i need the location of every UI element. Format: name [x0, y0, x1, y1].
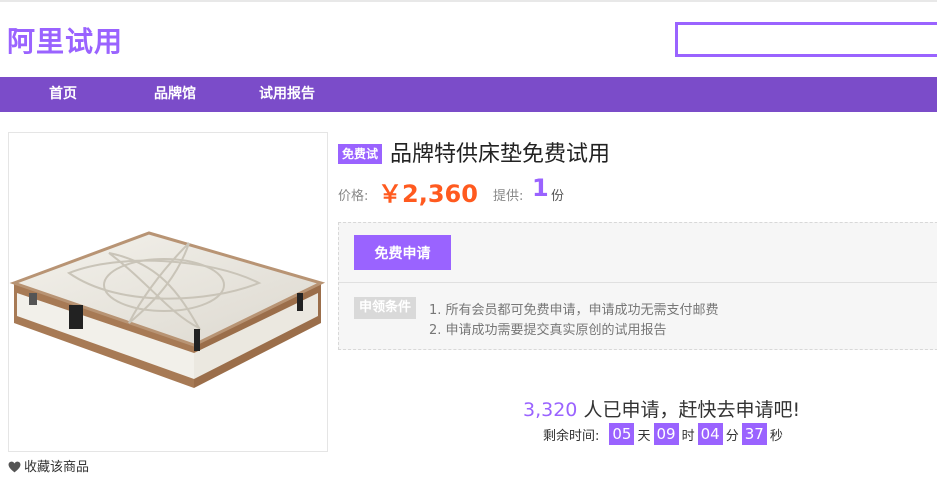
- apply-button[interactable]: 免费申请: [354, 235, 451, 270]
- supply-label: 提供:: [493, 189, 524, 204]
- mattress-image: [9, 231, 326, 388]
- product-image[interactable]: [8, 132, 328, 452]
- countdown-label: 剩余时间:: [543, 428, 600, 444]
- unit-days: 天: [637, 428, 651, 444]
- applicants-text: 人已申请，赶快去申请吧!: [577, 399, 801, 421]
- site-logo[interactable]: 阿里试用: [7, 20, 123, 60]
- favorite-label: 收藏该商品: [24, 460, 90, 475]
- countdown-timer: 剩余时间: 05 天 09 时 04 分 37 秒: [543, 423, 784, 445]
- unit-minutes: 分: [725, 428, 739, 444]
- countdown-hours: 09: [653, 423, 679, 445]
- divider: [339, 282, 937, 283]
- condition-item: 1. 所有会员都可免费申请，申请成功无需支付邮费: [429, 303, 719, 318]
- heart-icon: [8, 461, 21, 473]
- applicants-line: 3,320 人已申请，赶快去申请吧!: [523, 395, 800, 422]
- apply-panel: 免费申请 申领条件 1. 所有会员都可免费申请，申请成功无需支付邮费 2. 申请…: [338, 222, 937, 350]
- nav-item-home[interactable]: 首页: [49, 77, 77, 112]
- unit-hours: 时: [681, 428, 695, 444]
- price-label: 价格:: [338, 189, 369, 204]
- countdown-seconds: 37: [741, 423, 767, 445]
- countdown-days: 05: [609, 423, 635, 445]
- unit-seconds: 秒: [769, 428, 783, 444]
- search-input[interactable]: [675, 22, 937, 57]
- supply-quantity: 1: [532, 174, 549, 202]
- nav-item-brands[interactable]: 品牌馆: [154, 77, 196, 112]
- condition-item: 2. 申请成功需要提交真实原创的试用报告: [429, 323, 667, 338]
- product-title: 品牌特供床垫免费试用: [390, 142, 611, 167]
- supply-unit: 份: [551, 189, 565, 204]
- applicants-count: 3,320: [523, 399, 578, 421]
- free-trial-badge: 免费试: [338, 144, 383, 164]
- conditions-label: 申领条件: [354, 297, 417, 319]
- favorite-button[interactable]: 收藏该商品: [8, 456, 89, 475]
- nav-item-reports[interactable]: 试用报告: [259, 77, 315, 112]
- top-border: [0, 0, 937, 2]
- countdown-minutes: 04: [697, 423, 723, 445]
- main-nav: 首页 品牌馆 试用报告: [0, 77, 937, 112]
- price-value: ￥2,360: [378, 180, 478, 208]
